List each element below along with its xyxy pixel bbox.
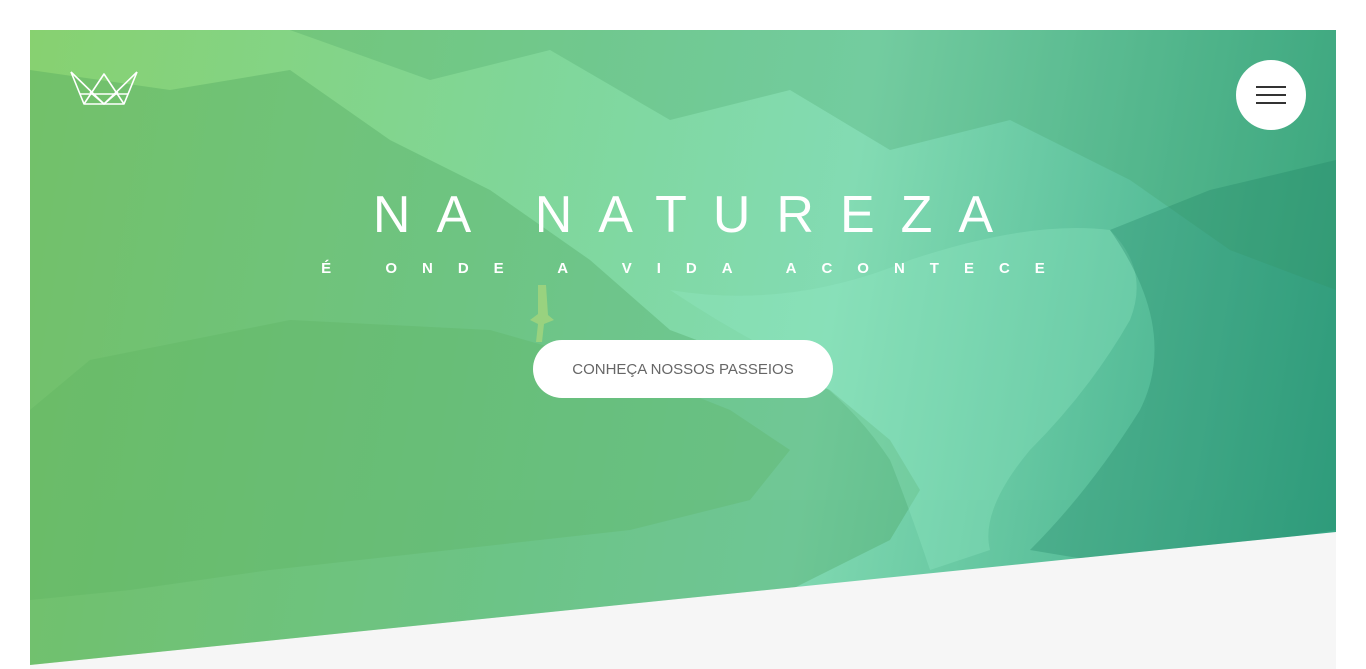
hamburger-menu-icon[interactable] [1236,60,1306,130]
hero-title: NA NATUREZA [372,186,1020,244]
tours-cta-button[interactable]: CONHEÇA NOSSOS PASSEIOS [533,340,833,398]
crown-logo-icon[interactable] [70,70,138,106]
menu-line [1256,102,1286,104]
menu-line [1256,86,1286,88]
menu-line [1256,94,1286,96]
page: NA NATUREZA É ONDE A VIDA ACONTECE CONHE… [0,0,1366,669]
hero-subtitle: É ONDE A VIDA ACONTECE [321,260,1070,277]
